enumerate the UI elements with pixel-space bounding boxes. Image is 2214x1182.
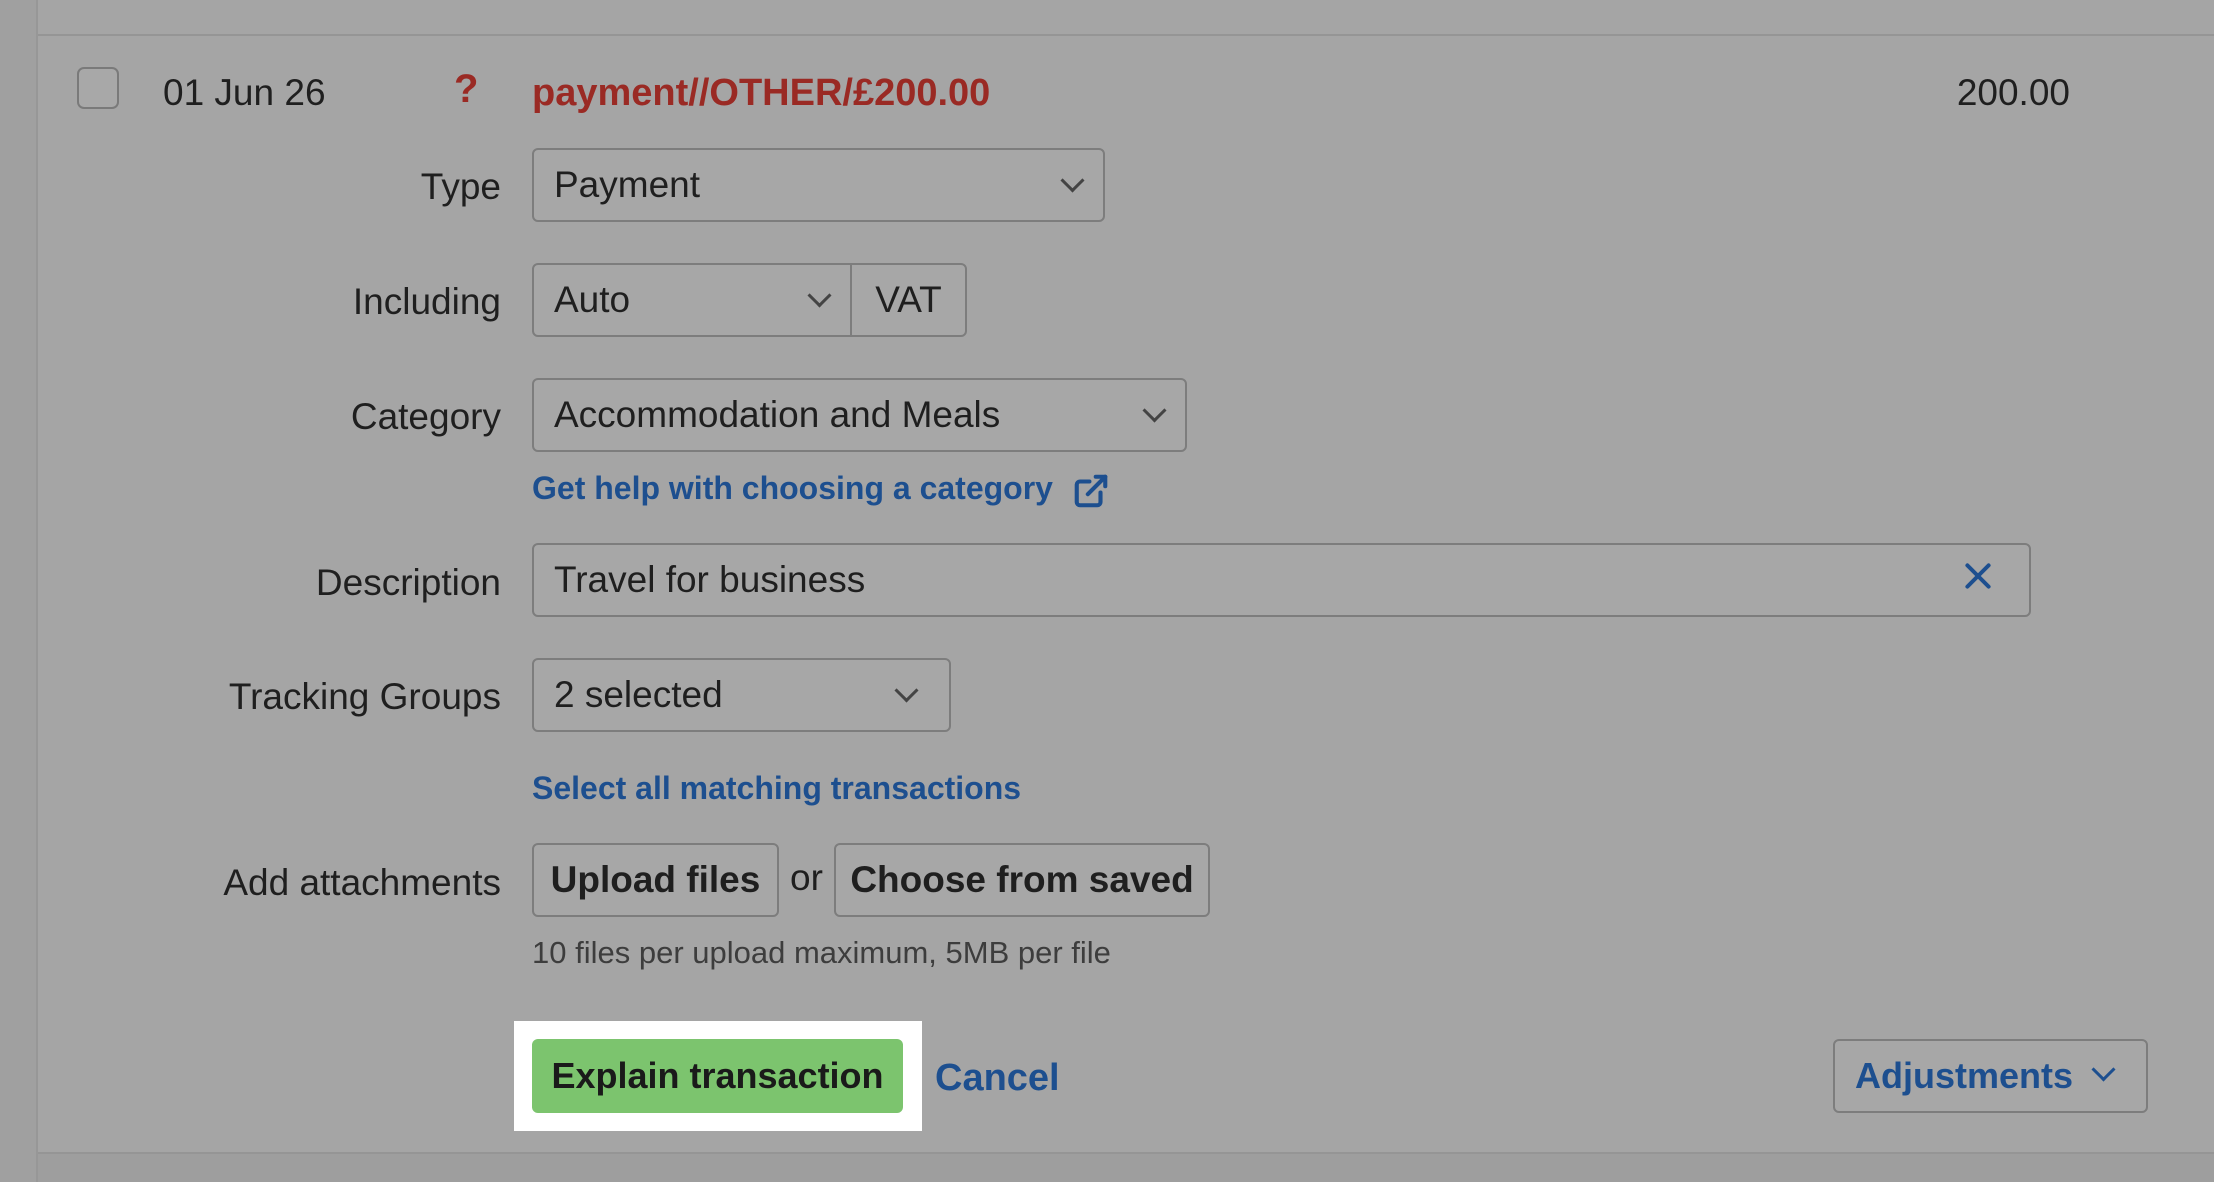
transaction-title: payment//OTHER/£200.00	[532, 72, 991, 114]
select-all-matching-link[interactable]: Select all matching transactions	[532, 768, 1021, 808]
transaction-checkbox[interactable]	[77, 67, 119, 109]
type-label: Type	[420, 166, 501, 207]
type-select[interactable]: Payment	[532, 148, 1105, 222]
category-help-link-text: Get help with choosing a category	[532, 470, 1053, 506]
tracking-groups-select[interactable]: 2 selected	[532, 658, 951, 732]
tracking-groups-select-value: 2 selected	[554, 674, 723, 715]
description-label: Description	[315, 562, 501, 603]
vat-addon: VAT	[851, 263, 967, 337]
attachments-label: Add attachments	[223, 862, 501, 903]
description-input-value: Travel for business	[554, 559, 866, 600]
divider-top	[38, 34, 2214, 36]
unexplained-status-icon: ?	[454, 67, 479, 111]
clear-icon[interactable]	[1963, 561, 1993, 591]
including-select[interactable]: Auto	[532, 263, 852, 337]
including-label: Including	[352, 281, 501, 322]
category-select[interactable]: Accommodation and Meals	[532, 378, 1187, 452]
type-select-value: Payment	[554, 164, 701, 205]
or-separator: or	[790, 857, 823, 898]
including-select-value: Auto	[554, 279, 631, 320]
cancel-link[interactable]: Cancel	[935, 1055, 1060, 1101]
category-label: Category	[350, 396, 501, 437]
category-help-link[interactable]: Get help with choosing a category	[532, 468, 1110, 510]
chevron-down-icon	[1060, 168, 1085, 193]
explain-transaction-button[interactable]: Explain transaction	[532, 1039, 903, 1113]
transaction-amount: 200.00	[1956, 72, 2070, 113]
adjustments-label: Adjustments	[1855, 1055, 2074, 1096]
chevron-down-icon	[1142, 398, 1167, 423]
attachments-hint: 10 files per upload maximum, 5MB per fil…	[532, 935, 1111, 970]
chevron-down-icon	[807, 283, 832, 308]
category-select-value: Accommodation and Meals	[554, 394, 1001, 435]
adjustments-dropdown[interactable]: Adjustments	[1833, 1039, 2148, 1113]
transaction-date: 01 Jun 26	[163, 72, 326, 113]
upload-files-button[interactable]: Upload files	[532, 843, 779, 917]
description-input[interactable]: Travel for business	[532, 543, 2031, 617]
next-row-edge	[38, 1154, 2214, 1182]
chevron-down-icon	[894, 678, 919, 703]
external-link-icon	[1074, 474, 1108, 507]
choose-from-saved-button[interactable]: Choose from saved	[834, 843, 1210, 917]
chevron-down-icon	[2091, 1057, 2116, 1082]
tracking-groups-label: Tracking Groups	[228, 676, 501, 717]
